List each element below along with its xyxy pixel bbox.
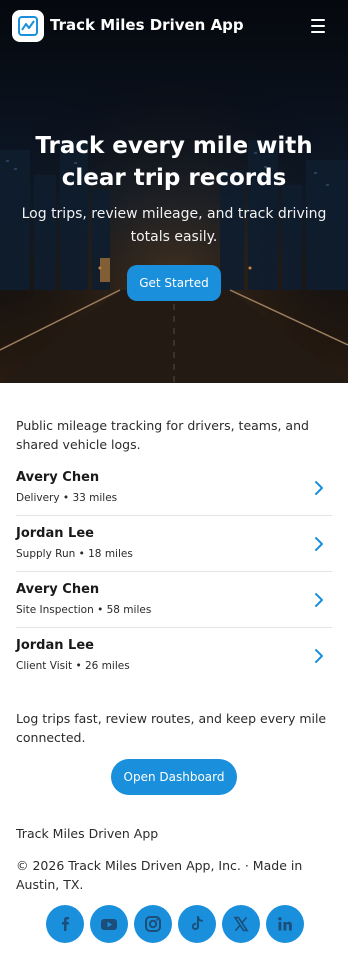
app-title: Track Miles Driven App <box>50 16 244 34</box>
hero-heading: Track every mile with clear trip records <box>35 133 313 191</box>
x-icon[interactable] <box>222 905 260 943</box>
trip-details: Site Inspection • 58 miles <box>16 604 152 616</box>
trip-details: Client Visit • 26 miles <box>16 660 130 672</box>
chevron-right-icon[interactable] <box>312 648 326 664</box>
chevron-right-icon[interactable] <box>312 536 326 552</box>
trip-list: Avery Chen Delivery • 33 miles Jordan Le… <box>16 460 332 684</box>
trip-driver-name: Jordan Lee <box>16 638 94 653</box>
footer-app-name: Track Miles Driven App <box>16 826 159 841</box>
trip-details: Delivery • 33 miles <box>16 492 118 504</box>
trip-driver-name: Jordan Lee <box>16 526 94 541</box>
trip-item[interactable]: Avery Chen Site Inspection • 58 miles <box>16 572 332 628</box>
chevron-right-icon[interactable] <box>312 592 326 608</box>
get-started-button[interactable]: Get Started <box>127 265 221 301</box>
trip-item[interactable]: Jordan Lee Supply Run • 18 miles <box>16 516 332 572</box>
intro-text: Public mileage tracking for drivers, tea… <box>16 418 309 452</box>
hamburger-menu-icon[interactable] <box>308 16 330 36</box>
social-links <box>46 905 304 945</box>
trip-item[interactable]: Jordan Lee Client Visit • 26 miles <box>16 628 332 684</box>
facebook-icon[interactable] <box>46 905 84 943</box>
hero-section: Track Miles Driven App Track every mile … <box>0 0 348 383</box>
trip-driver-name: Avery Chen <box>16 582 100 597</box>
trip-details: Supply Run • 18 miles <box>16 548 133 560</box>
open-dashboard-button[interactable]: Open Dashboard <box>111 759 237 795</box>
linkedin-icon[interactable] <box>266 905 304 943</box>
hero-subheading: Log trips, review mileage, and track dri… <box>21 206 327 245</box>
app-logo[interactable] <box>12 10 44 42</box>
top-navigation-bar: Track Miles Driven App <box>0 0 348 52</box>
trip-item[interactable]: Avery Chen Delivery • 33 miles <box>16 460 332 516</box>
footer-copyright: © 2026 Track Miles Driven App, Inc. · Ma… <box>16 858 303 892</box>
tiktok-icon[interactable] <box>178 905 216 943</box>
trip-driver-name: Avery Chen <box>16 470 100 485</box>
mileage-chart-icon <box>18 16 38 36</box>
instagram-icon[interactable] <box>134 905 172 943</box>
chevron-right-icon[interactable] <box>312 480 326 496</box>
youtube-icon[interactable] <box>90 905 128 943</box>
outro-text: Log trips fast, review routes, and keep … <box>16 711 327 745</box>
